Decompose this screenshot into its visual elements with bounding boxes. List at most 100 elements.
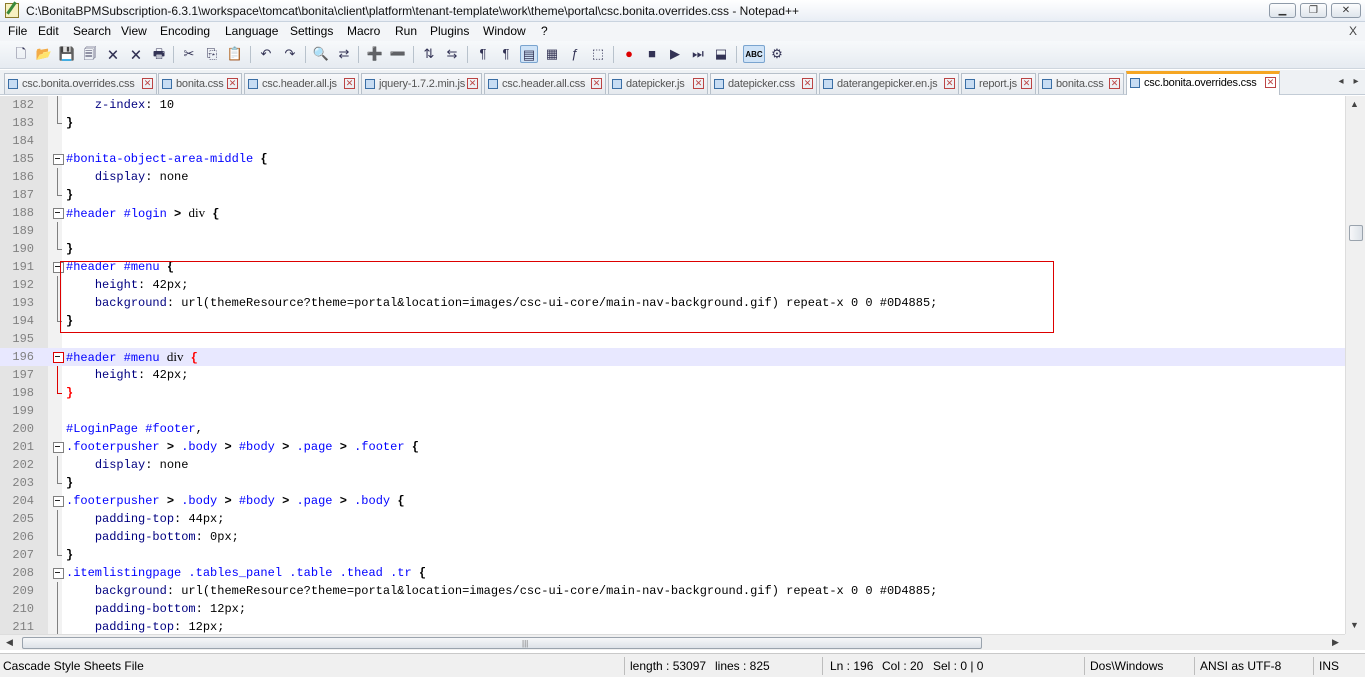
code-line[interactable]: 203} xyxy=(0,474,1345,492)
horizontal-scroll-thumb[interactable]: ||| xyxy=(22,637,982,649)
indent-guide-icon[interactable]: ▤ xyxy=(520,45,538,63)
menu-window[interactable]: Window xyxy=(483,24,526,38)
fold-toggle-icon[interactable] xyxy=(53,204,64,222)
menu-plugins[interactable]: Plugins xyxy=(430,24,469,38)
code-line[interactable]: 211 padding-top: 12px; xyxy=(0,618,1345,634)
code-line[interactable]: 189 xyxy=(0,222,1345,240)
menu-encoding[interactable]: Encoding xyxy=(160,24,210,38)
maximize-button[interactable]: ❐ xyxy=(1300,3,1327,18)
tab-daterangepicker-en-js[interactable]: daterangepicker.en.js ✕ xyxy=(819,73,959,94)
code-line[interactable]: 207} xyxy=(0,546,1345,564)
menu-macro[interactable]: Macro xyxy=(347,24,380,38)
stop-record-icon[interactable]: ■ xyxy=(643,45,661,63)
copy-icon[interactable]: ⎘ xyxy=(203,45,221,63)
fold-toggle-icon[interactable] xyxy=(53,492,64,510)
code-line[interactable]: 201 .footerpusher > .body > #body > .page… xyxy=(0,438,1345,456)
fold-toggle-icon[interactable] xyxy=(53,348,64,366)
code-line[interactable]: 190} xyxy=(0,240,1345,258)
tab-csc-header-all-js[interactable]: csc.header.all.js ✕ xyxy=(244,73,359,94)
minimize-button[interactable]: ▁ xyxy=(1269,3,1296,18)
code-line[interactable]: 185 #bonita-object-area-middle { xyxy=(0,150,1345,168)
code-line[interactable]: 197 height: 42px; xyxy=(0,366,1345,384)
close-all-icon[interactable]: 🗙 xyxy=(127,45,145,63)
close-tab-icon[interactable]: ✕ xyxy=(802,78,813,89)
doc-map-icon[interactable]: ⬚ xyxy=(589,45,607,63)
scroll-up-icon[interactable]: ▲ xyxy=(1350,99,1359,109)
vertical-scroll-thumb[interactable] xyxy=(1349,225,1363,241)
replace-icon[interactable]: ⇄ xyxy=(335,45,353,63)
menu-run[interactable]: Run xyxy=(395,24,417,38)
close-tab-icon[interactable]: ✕ xyxy=(344,78,355,89)
close-document-button[interactable]: X xyxy=(1349,24,1357,38)
code-line[interactable]: 196 #header #menu div { xyxy=(0,348,1345,366)
tab-bonita-css[interactable]: bonita.css ✕ xyxy=(158,73,242,94)
tab-datepicker-js[interactable]: datepicker.js ✕ xyxy=(608,73,708,94)
menu-view[interactable]: View xyxy=(121,24,147,38)
function-list-icon[interactable]: ƒ xyxy=(566,45,584,63)
tab-csc-header-all-css[interactable]: csc.header.all.css ✕ xyxy=(484,73,606,94)
code-line[interactable]: 182 z-index: 10 xyxy=(0,96,1345,114)
zoom-in-icon[interactable]: ➕ xyxy=(366,45,384,63)
close-tab-icon[interactable]: ✕ xyxy=(142,78,153,89)
menu-language[interactable]: Language xyxy=(225,24,278,38)
code-line[interactable]: 186 display: none xyxy=(0,168,1345,186)
sync-horizontal-icon[interactable]: ⇆ xyxy=(443,45,461,63)
code-line[interactable]: 202 display: none xyxy=(0,456,1345,474)
code-line[interactable]: 208 .itemlistingpage .tables_panel .table… xyxy=(0,564,1345,582)
undo-icon[interactable]: ↶ xyxy=(257,45,275,63)
horizontal-scrollbar[interactable]: ◀ ||| ▶ xyxy=(0,634,1345,650)
sync-vertical-icon[interactable]: ⇅ xyxy=(420,45,438,63)
close-window-button[interactable]: ✕ xyxy=(1331,3,1361,18)
spell-check-icon[interactable]: ABC xyxy=(743,45,765,63)
save-macro-icon[interactable]: ⬓ xyxy=(712,45,730,63)
tab-jquery-min-js[interactable]: jquery-1.7.2.min.js ✕ xyxy=(361,73,482,94)
word-wrap-icon[interactable]: ¶ xyxy=(474,45,492,63)
code-editor[interactable]: 182 z-index: 10 183} 184 185 #bonita-object-… xyxy=(0,96,1345,634)
record-macro-icon[interactable]: ● xyxy=(620,45,638,63)
tab-datepicker-css[interactable]: datepicker.css ✕ xyxy=(710,73,817,94)
close-tab-icon[interactable]: ✕ xyxy=(1021,78,1032,89)
code-line[interactable]: 199 xyxy=(0,402,1345,420)
zoom-out-icon[interactable]: ➖ xyxy=(389,45,407,63)
code-line[interactable]: 205 padding-top: 44px; xyxy=(0,510,1345,528)
new-file-icon[interactable]: 🗋 xyxy=(12,45,30,63)
menu-settings[interactable]: Settings xyxy=(290,24,333,38)
playback-macro-icon[interactable]: ▶ xyxy=(666,45,684,63)
menu-file[interactable]: File xyxy=(8,24,27,38)
tab-csc-bonita-overrides-css[interactable]: csc.bonita.overrides.css ✕ xyxy=(4,73,157,94)
redo-icon[interactable]: ↷ xyxy=(281,45,299,63)
paste-icon[interactable]: 📋 xyxy=(226,45,244,63)
tab-bonita-css-2[interactable]: bonita.css ✕ xyxy=(1038,73,1124,94)
close-tab-icon[interactable]: ✕ xyxy=(1109,78,1120,89)
code-line[interactable]: 188 #header #login > div { xyxy=(0,204,1345,222)
code-line[interactable]: 187} xyxy=(0,186,1345,204)
code-line[interactable]: 206 padding-bottom: 0px; xyxy=(0,528,1345,546)
tab-scroll-left-icon[interactable]: ◂ xyxy=(1335,76,1347,87)
close-tab-icon[interactable]: ✕ xyxy=(1265,77,1276,88)
tab-report-js[interactable]: report.js ✕ xyxy=(961,73,1036,94)
code-line[interactable]: 184 xyxy=(0,132,1345,150)
fold-toggle-icon[interactable] xyxy=(53,150,64,168)
code-line[interactable]: 209 background: url(themeResource?theme=… xyxy=(0,582,1345,600)
code-line[interactable]: 198} xyxy=(0,384,1345,402)
close-tab-icon[interactable]: ✕ xyxy=(227,78,238,89)
vertical-scrollbar[interactable]: ▲ ▼ xyxy=(1345,96,1365,634)
scroll-right-icon[interactable]: ▶ xyxy=(1332,637,1339,648)
close-icon[interactable]: 🗙 xyxy=(104,45,122,63)
close-tab-icon[interactable]: ✕ xyxy=(591,78,602,89)
fold-toggle-icon[interactable] xyxy=(53,564,64,582)
close-tab-icon[interactable]: ✕ xyxy=(693,78,704,89)
code-line[interactable]: 210 padding-bottom: 12px; xyxy=(0,600,1345,618)
close-tab-icon[interactable]: ✕ xyxy=(944,78,955,89)
save-all-icon[interactable]: 🗐 xyxy=(81,45,99,63)
code-line[interactable]: 183} xyxy=(0,114,1345,132)
print-icon[interactable]: 🖶 xyxy=(150,45,168,63)
open-file-icon[interactable]: 📂 xyxy=(35,45,53,63)
code-line[interactable]: 204 .footerpusher > .body > #body > .page… xyxy=(0,492,1345,510)
user-language-icon[interactable]: ▦ xyxy=(543,45,561,63)
code-line[interactable]: 200 #LoginPage #footer, xyxy=(0,420,1345,438)
fold-toggle-icon[interactable] xyxy=(53,438,64,456)
scroll-left-icon[interactable]: ◀ xyxy=(6,637,13,648)
show-all-chars-icon[interactable]: ¶ xyxy=(497,45,515,63)
cut-icon[interactable]: ✂ xyxy=(180,45,198,63)
